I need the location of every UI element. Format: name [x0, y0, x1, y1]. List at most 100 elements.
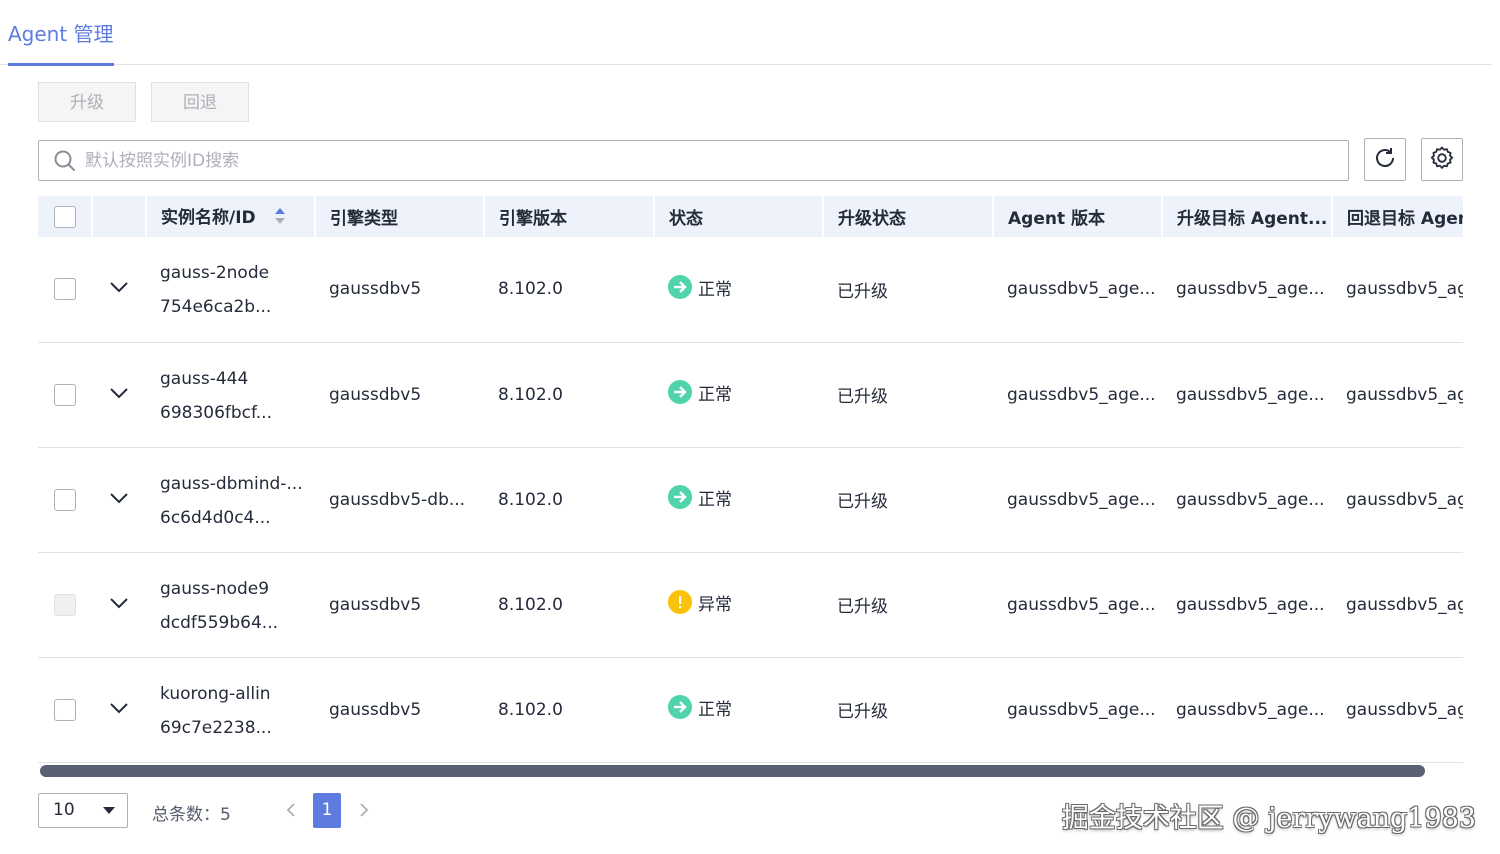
agent-version-cell: gaussdbv5_age...	[993, 342, 1162, 448]
settings-button[interactable]	[1421, 138, 1463, 181]
row-checkbox[interactable]	[54, 698, 76, 721]
instance-name: gauss-444	[160, 368, 249, 389]
select-all-cell	[38, 196, 93, 237]
caret-down-icon	[103, 807, 115, 814]
rollback-target-cell: gaussdbv5_age	[1332, 552, 1463, 658]
rollback-button[interactable]: 回退	[151, 82, 249, 122]
instance-id: 69c7e2238...	[160, 717, 272, 738]
rollback-target-cell: gaussdbv5_age	[1332, 237, 1463, 343]
search-input[interactable]	[85, 141, 1285, 180]
column-header-rollback-target: 回退目标 Agen	[1332, 196, 1463, 237]
chevron-down-icon[interactable]	[108, 595, 130, 615]
row-checkbox-cell	[38, 447, 92, 553]
engine-version-cell: 8.102.0	[484, 447, 654, 553]
engine-version-cell: 8.102.0	[484, 342, 654, 448]
status-cell: 正常	[654, 237, 823, 343]
page-number-current[interactable]: 1	[313, 793, 341, 828]
column-header-name-label: 实例名称/ID	[161, 208, 256, 229]
status-text: 正常	[698, 279, 732, 300]
status-text: 正常	[698, 489, 732, 510]
upgrade-status-cell: 已升级	[823, 657, 993, 763]
select-all-checkbox[interactable]	[53, 205, 76, 228]
row-checkbox-cell	[38, 342, 92, 448]
column-header-agent-version: Agent 版本	[993, 196, 1163, 237]
status-text: 正常	[698, 699, 732, 720]
instance-name-cell: gauss-444 698306fbcf...	[146, 342, 315, 448]
upgrade-button[interactable]: 升级	[38, 82, 136, 122]
horizontal-scrollbar[interactable]	[40, 765, 1425, 777]
engine-type-cell: gaussdbv5	[315, 237, 484, 343]
status-normal-icon	[668, 695, 692, 720]
table-header-row: 实例名称/ID 引擎类型 引擎版本 状态 升级状态 Agent 版本 升级目标 …	[38, 196, 1463, 237]
row-checkbox-cell	[38, 237, 92, 343]
instance-name-cell: gauss-dbmind-... 6c6d4d0c4...	[146, 447, 315, 553]
status-text: 异常	[698, 594, 732, 615]
chevron-down-icon[interactable]	[108, 385, 130, 405]
engine-type-cell: gaussdbv5-db...	[315, 447, 484, 553]
upgrade-status-cell: 已升级	[823, 552, 993, 658]
status-normal-icon	[668, 275, 692, 299]
status-cell: 正常	[654, 657, 823, 763]
refresh-icon	[1372, 145, 1398, 175]
column-header-name[interactable]: 实例名称/ID	[146, 196, 316, 237]
instance-id: 698306fbcf...	[160, 402, 272, 423]
engine-version-cell: 8.102.0	[484, 657, 654, 763]
row-checkbox	[54, 593, 76, 616]
expand-cell	[92, 552, 146, 658]
row-checkbox[interactable]	[54, 383, 76, 406]
search-icon	[53, 149, 77, 173]
engine-version-cell: 8.102.0	[484, 552, 654, 658]
expand-cell	[92, 657, 146, 763]
page-size-value: 10	[53, 800, 75, 820]
instance-name: gauss-2node	[160, 263, 270, 284]
rollback-target-cell: gaussdbv5_age	[1332, 657, 1463, 763]
instance-name-cell: gauss-2node 754e6ca2b...	[146, 237, 315, 343]
row-checkbox-cell	[38, 552, 92, 658]
status-text: 正常	[698, 384, 732, 405]
column-header-status: 状态	[654, 196, 824, 237]
engine-type-cell: gaussdbv5	[315, 657, 484, 763]
upgrade-target-cell: gaussdbv5_age...	[1162, 657, 1332, 763]
engine-version-cell: 8.102.0	[484, 237, 654, 343]
chevron-down-icon[interactable]	[108, 279, 130, 299]
engine-type-cell: gaussdbv5	[315, 552, 484, 658]
status-normal-icon	[668, 485, 692, 510]
tab-agent-management[interactable]: Agent 管理	[8, 18, 114, 66]
warning-icon	[668, 590, 692, 615]
refresh-button[interactable]	[1364, 138, 1406, 181]
upgrade-target-cell: gaussdbv5_age...	[1162, 342, 1332, 448]
gear-icon	[1429, 145, 1455, 175]
search-box	[38, 140, 1349, 181]
instance-name-cell: kuorong-allin 69c7e2238...	[146, 657, 315, 763]
sort-icon[interactable]	[274, 207, 286, 230]
row-checkbox[interactable]	[54, 278, 76, 301]
agent-version-cell: gaussdbv5_age...	[993, 237, 1162, 343]
prev-page-icon[interactable]	[283, 800, 299, 820]
table-row: gauss-444 698306fbcf... gaussdbv5 8.102.0 正常…	[38, 342, 1463, 448]
status-cell: 异常	[654, 552, 823, 658]
rollback-target-cell: gaussdbv5_age	[1332, 342, 1463, 448]
total-count: 总条数：5	[152, 805, 231, 825]
upgrade-status-cell: 已升级	[823, 447, 993, 553]
agent-version-cell: gaussdbv5_age...	[993, 657, 1162, 763]
watermark: 掘金技术社区 @ jerrywang1983	[1061, 803, 1476, 834]
instance-name: gauss-node9	[160, 578, 270, 599]
table-row: kuorong-allin 69c7e2238... gaussdbv5 8.102.…	[38, 657, 1463, 763]
upgrade-target-cell: gaussdbv5_age...	[1162, 552, 1332, 658]
agent-version-cell: gaussdbv5_age...	[993, 447, 1162, 553]
next-page-icon[interactable]	[356, 800, 372, 820]
column-header-engine-version: 引擎版本	[484, 196, 655, 237]
row-checkbox[interactable]	[54, 488, 76, 511]
rollback-target-cell: gaussdbv5_age	[1332, 447, 1463, 553]
instance-name: gauss-dbmind-...	[160, 473, 303, 494]
column-header-upgrade-status: 升级状态	[823, 196, 994, 237]
upgrade-status-cell: 已升级	[823, 237, 993, 343]
page-size-select[interactable]: 10	[38, 793, 128, 828]
expand-cell	[92, 342, 146, 448]
status-cell: 正常	[654, 447, 823, 553]
chevron-down-icon[interactable]	[108, 700, 130, 720]
instance-table: 实例名称/ID 引擎类型 引擎版本 状态 升级状态 Agent 版本 升级目标 …	[38, 196, 1463, 763]
tab-label: Agent 管理	[8, 22, 114, 46]
column-header-engine-type: 引擎类型	[315, 196, 485, 237]
chevron-down-icon[interactable]	[108, 490, 130, 510]
